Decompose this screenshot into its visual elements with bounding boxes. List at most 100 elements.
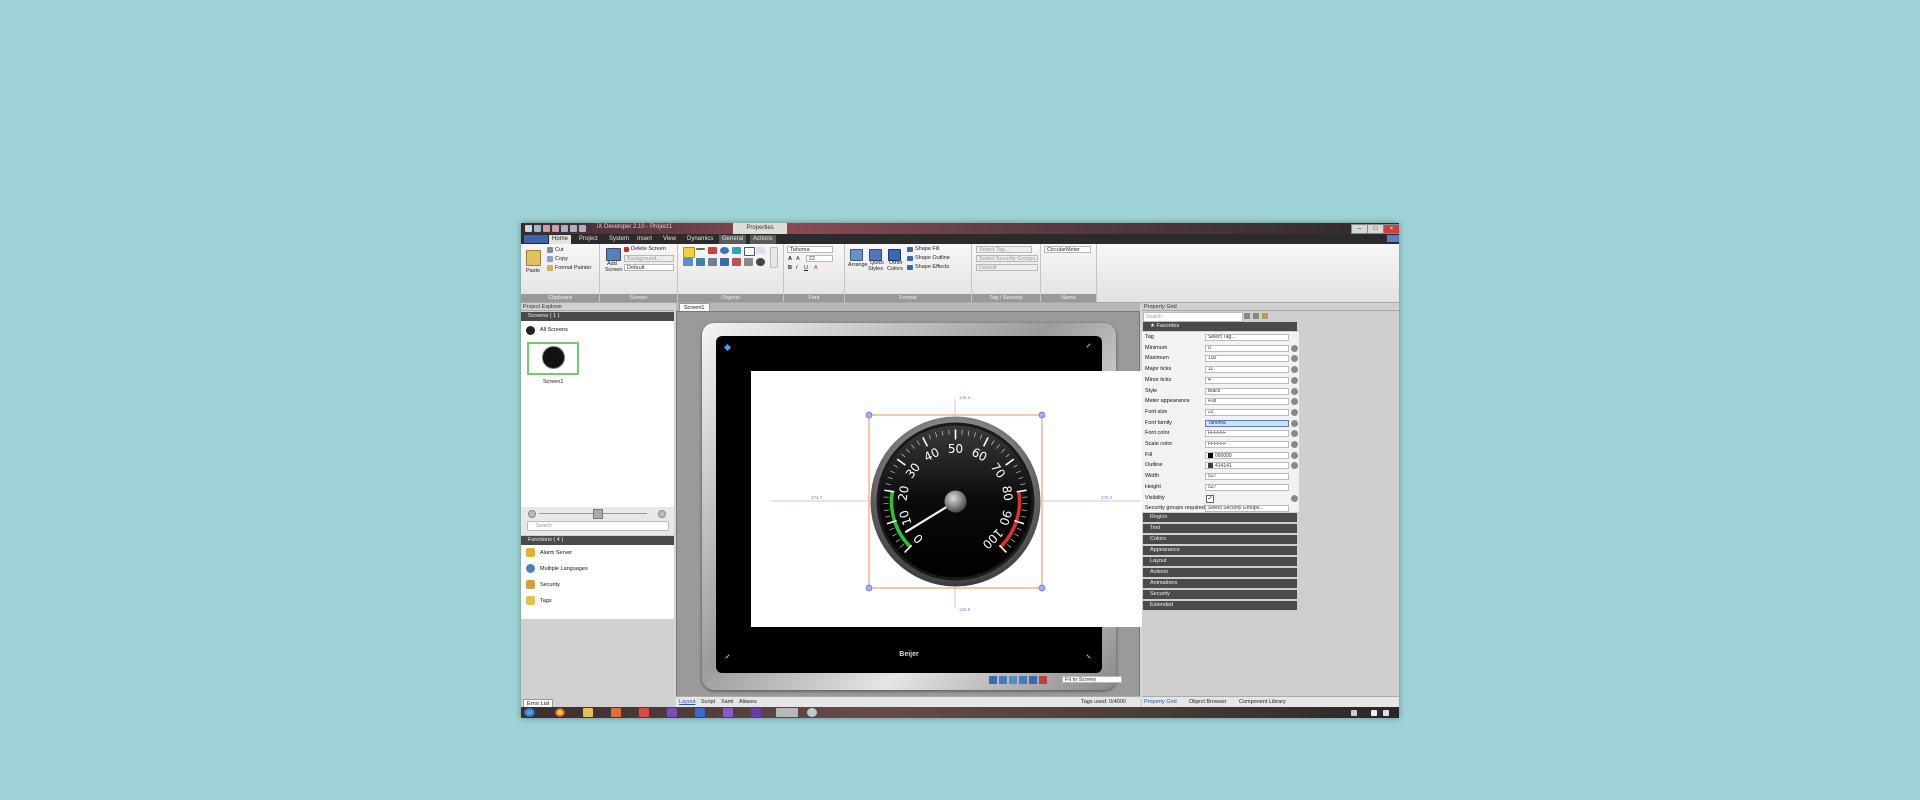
rulers-icon[interactable] xyxy=(1039,676,1047,684)
font-family-select[interactable]: Tahoma xyxy=(787,246,833,253)
property-value[interactable]: 527 xyxy=(1205,473,1289,481)
media-player-icon[interactable] xyxy=(611,708,621,717)
property-reset-icon[interactable] xyxy=(1291,344,1298,352)
slider-icon[interactable] xyxy=(732,258,741,266)
resize-handle-top-left[interactable] xyxy=(723,343,732,352)
file-menu-button[interactable] xyxy=(524,235,548,243)
object-browser-tab[interactable]: Object Browser xyxy=(1189,698,1227,706)
select-security-combo[interactable]: Select Security Groups... xyxy=(976,255,1038,262)
paste-button[interactable]: Paste xyxy=(526,268,540,274)
copy-icon[interactable] xyxy=(547,256,553,262)
property-reset-icon[interactable] xyxy=(1291,494,1298,502)
polyline-icon[interactable] xyxy=(732,247,741,254)
category-animations[interactable]: Animations xyxy=(1143,579,1297,588)
function-item-alarm-server[interactable]: Alarm Server xyxy=(540,550,572,556)
toggle-icon[interactable] xyxy=(744,258,753,266)
shape-effects-button[interactable]: Shape Effects xyxy=(915,264,949,270)
arrange-button[interactable]: Arrange xyxy=(848,262,868,268)
minimize-button[interactable]: – xyxy=(1351,224,1368,234)
property-value[interactable]: 4 xyxy=(1205,376,1289,384)
image-icon[interactable] xyxy=(683,258,693,266)
function-item-multiple-languages[interactable]: Multiple Languages xyxy=(540,566,588,572)
line-icon[interactable] xyxy=(696,248,705,250)
font-color-icon[interactable]: A xyxy=(814,265,818,271)
slider-thumb[interactable] xyxy=(593,509,603,519)
category-extended[interactable]: Extended xyxy=(1143,601,1297,610)
format-painter-button[interactable]: Format Painter xyxy=(555,265,591,271)
align-icon[interactable] xyxy=(1019,676,1027,684)
tab-insert[interactable]: Insert xyxy=(634,235,655,244)
visual-studio-icon[interactable] xyxy=(667,708,677,717)
copy-button[interactable]: Copy xyxy=(555,256,568,262)
tray-flag-icon[interactable] xyxy=(1371,710,1377,716)
help-icon[interactable] xyxy=(1387,235,1399,242)
shape-effects-icon[interactable] xyxy=(907,265,913,270)
shape-fill-button[interactable]: Shape Fill xyxy=(915,246,939,252)
redo-icon[interactable] xyxy=(552,225,559,232)
save-icon[interactable] xyxy=(534,225,541,232)
property-reset-icon[interactable] xyxy=(1291,419,1298,427)
property-value[interactable]: Tahoma xyxy=(1205,419,1289,427)
tab-project[interactable]: Project xyxy=(576,235,601,244)
add-screen-icon[interactable] xyxy=(606,248,621,261)
guides-icon[interactable] xyxy=(1009,676,1017,684)
component-library-tab[interactable]: Component Library xyxy=(1239,698,1286,706)
category-appearance[interactable]: Appearance xyxy=(1143,546,1297,555)
property-reset-icon[interactable] xyxy=(1291,408,1298,416)
tray-arrow-icon[interactable] xyxy=(1351,710,1357,716)
property-reset-icon[interactable] xyxy=(1291,430,1298,438)
more-objects-icon[interactable] xyxy=(770,247,778,268)
screen1-label[interactable]: Screen1 xyxy=(543,379,564,385)
favorites-filter-icon[interactable] xyxy=(1262,313,1268,319)
font-size-select[interactable]: 22 xyxy=(806,255,833,262)
paste-icon[interactable] xyxy=(526,250,541,266)
app-menu-icon[interactable] xyxy=(525,225,532,232)
tab-system[interactable]: System xyxy=(606,235,632,244)
resize-handle-top-right[interactable] xyxy=(1086,343,1091,348)
sort-categorized-icon[interactable] xyxy=(1244,313,1250,319)
select-pointer-icon[interactable] xyxy=(683,247,695,258)
function-item-tags[interactable]: Tags xyxy=(540,598,552,604)
background-select[interactable]: Background... xyxy=(624,255,674,262)
meter-icon[interactable] xyxy=(756,258,765,266)
undo-icon[interactable] xyxy=(543,225,550,232)
visibility-checkbox[interactable]: ✓ xyxy=(1206,494,1214,503)
close-button[interactable]: × xyxy=(1383,224,1399,234)
maximize-button[interactable]: □ xyxy=(1367,224,1384,234)
pdf-icon[interactable] xyxy=(639,708,649,717)
script-tab[interactable]: Script xyxy=(701,698,715,706)
property-reset-icon[interactable] xyxy=(1291,387,1298,395)
network-app-icon[interactable] xyxy=(807,708,817,717)
delete-screen-button[interactable]: Delete Screen xyxy=(631,246,666,252)
tray-speaker-icon[interactable] xyxy=(1383,710,1389,716)
category-colors[interactable]: Colors xyxy=(1143,535,1297,544)
tab-view[interactable]: View xyxy=(660,235,679,244)
arrange-icon[interactable] xyxy=(850,249,863,261)
add-screen-label-2[interactable]: Screen xyxy=(605,267,622,273)
screen-default-select[interactable]: Default xyxy=(624,264,674,271)
shape-outline-button[interactable]: Shape Outline xyxy=(915,255,950,261)
other-colors-label-2[interactable]: Colors xyxy=(887,266,903,272)
ix-developer-taskbar-icon[interactable] xyxy=(776,708,798,717)
property-value[interactable]: 000000 xyxy=(1205,451,1289,459)
cut-icon[interactable] xyxy=(547,247,553,253)
property-reset-icon[interactable] xyxy=(1291,376,1298,384)
category-security[interactable]: Security xyxy=(1143,590,1297,599)
property-value[interactable]: FFFFFF xyxy=(1205,441,1289,448)
category-layout[interactable]: Layout xyxy=(1143,557,1297,566)
circular-meter[interactable]: 146.4 126.6 374.7 376.2 010203040 50 607… xyxy=(751,371,1160,627)
property-value[interactable]: 0 xyxy=(1205,344,1289,352)
category-region[interactable]: Region xyxy=(1143,513,1297,522)
property-grid-tab[interactable]: Property Grid xyxy=(1144,698,1177,706)
transfer-icon[interactable] xyxy=(579,225,586,232)
tab-actions[interactable]: Actions xyxy=(750,235,776,244)
sort-alphabetical-icon[interactable] xyxy=(1253,313,1259,319)
underline-icon[interactable]: U xyxy=(804,265,808,271)
property-value[interactable]: Select Tag... xyxy=(1205,334,1289,341)
function-item-security[interactable]: Security xyxy=(540,582,560,588)
property-value[interactable]: Select Security Groups... xyxy=(1205,505,1289,513)
rectangle-icon[interactable] xyxy=(708,247,717,254)
text-icon[interactable] xyxy=(744,247,755,256)
property-reset-icon[interactable] xyxy=(1291,441,1298,448)
category-text[interactable]: Text xyxy=(1143,524,1297,533)
